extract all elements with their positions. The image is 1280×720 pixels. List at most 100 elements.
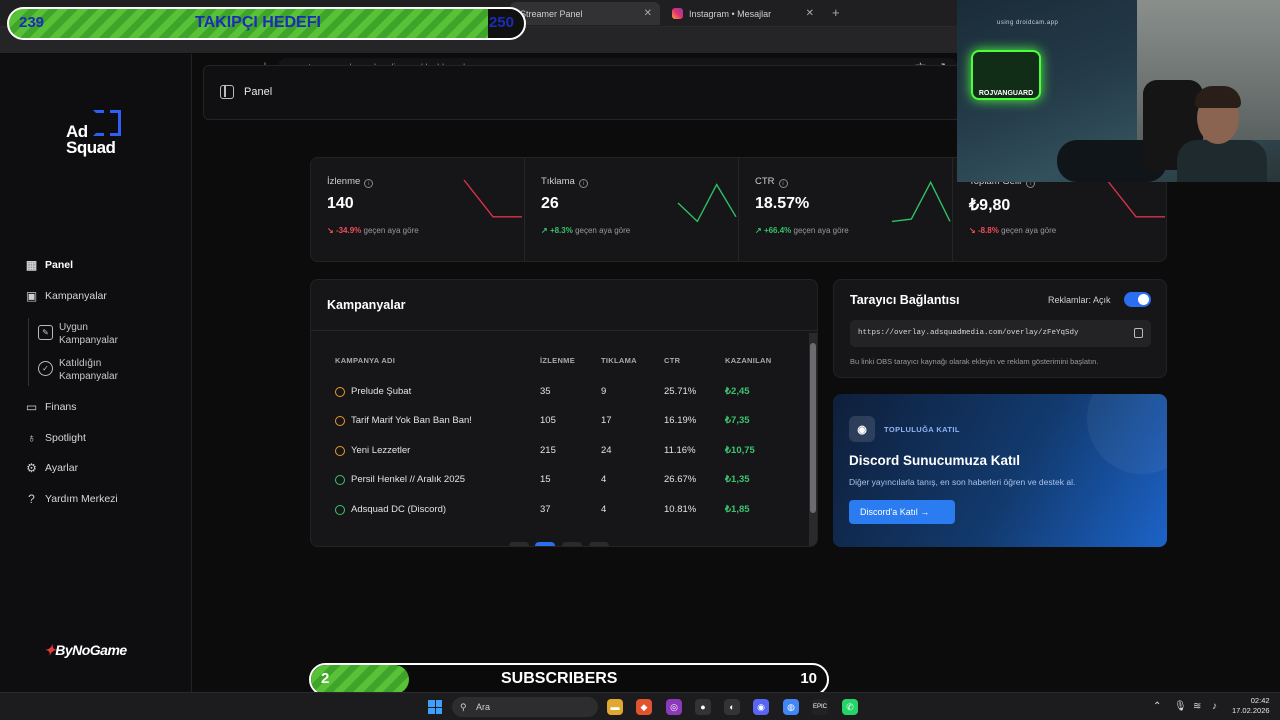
trend-down-icon: ↘ <box>327 226 336 235</box>
campaign-name: Tarif Marif Yok Ban Ban Ban! <box>351 415 472 426</box>
info-icon[interactable]: i <box>578 179 588 188</box>
sidebar-item-ayarlar[interactable]: ⚙ Ayarlar <box>24 460 78 475</box>
app-icon[interactable]: ◐ <box>724 699 740 715</box>
instagram-icon <box>672 8 683 19</box>
close-icon[interactable]: ✕ <box>806 8 814 19</box>
info-icon[interactable]: i <box>778 179 788 188</box>
sparkline-path <box>891 180 951 223</box>
brave-icon[interactable]: ◆ <box>636 699 652 715</box>
sponsor-text: ByNoGame <box>55 642 127 658</box>
table-row[interactable]: Adsquad DC (Discord) 37 4 10.81% ₺1,85 <box>311 501 801 521</box>
stat-value: 18.57% <box>755 195 810 212</box>
submenu-line <box>28 318 29 386</box>
stat-value: ₺9,80 <box>969 197 1011 214</box>
card-tag: TOPLULUĞA KATIL <box>884 425 960 434</box>
cell-clicks: 9 <box>601 386 607 397</box>
pagination-page[interactable] <box>535 542 555 546</box>
flame-icon: ✦ <box>44 642 56 658</box>
help-text: Bu linki OBS tarayıcı kaynağı olarak ekl… <box>850 357 1099 366</box>
tab-streamer-panel[interactable]: Streamer Panel ✕ <box>510 2 660 25</box>
sidebar-item-panel[interactable]: ▦ Panel <box>24 257 73 272</box>
stat-change: ↘ -34.9% geçen aya göre <box>327 226 419 235</box>
stat-label: CTR i <box>755 176 788 188</box>
table-row[interactable]: Tarif Marif Yok Ban Ban Ban! 105 17 16.1… <box>311 412 801 432</box>
taskbar-search[interactable]: ⚲ Ara <box>452 697 598 717</box>
sidebar-item-spotlight[interactable]: ♁ Spotlight <box>24 430 86 445</box>
adsquad-logo[interactable]: Ad Squad <box>66 109 130 160</box>
column-header: CTR <box>664 356 681 365</box>
epic-games-icon[interactable]: EPIC <box>812 699 828 715</box>
join-discord-button[interactable]: Discord'a Katıl → <box>849 500 955 524</box>
wifi-icon[interactable]: ≋ <box>1193 701 1201 712</box>
column-header: KAZANILAN <box>725 356 772 365</box>
briefcase-icon: ▣ <box>25 288 38 303</box>
overlay-url: https://overlay.adsquadmedia.com/overlay… <box>858 329 1079 337</box>
stat-card-tiklama: Tıklama i 26 ↗ +8.3% geçen aya göre <box>525 158 739 261</box>
sidebar-item-label: Kampanyalar <box>45 289 107 302</box>
arrow-right-icon: → <box>920 507 930 517</box>
button-label: Discord'a Katıl <box>860 507 918 517</box>
pagination-prev[interactable] <box>509 542 529 546</box>
card-title: Tarayıcı Bağlantısı <box>850 293 960 307</box>
campaign-name: Persil Henkel // Aralık 2025 <box>351 474 466 485</box>
volume-icon[interactable]: ♪ <box>1212 701 1217 712</box>
new-tab-button[interactable]: + <box>832 5 840 20</box>
time: 02:42 <box>1250 696 1270 705</box>
whatsapp-icon[interactable]: ✆ <box>842 699 858 715</box>
trend-down-icon: ↘ <box>969 226 978 235</box>
sidebar-item-katildigin-kampanyalar[interactable]: ✓ Katıldığın Kampanyalar <box>38 357 118 383</box>
sidebar-item-finans[interactable]: ▭ Finans <box>24 399 77 414</box>
cell-ctr: 16.19% <box>664 415 697 426</box>
sparkline-path <box>463 179 522 218</box>
stat-change: ↘ -8.8% geçen aya göre <box>969 226 1057 235</box>
sidebar-item-label: Spotlight <box>45 431 86 444</box>
scrollbar[interactable] <box>809 333 817 546</box>
sidebar-item-yardim-merkezi[interactable]: ? Yardım Merkezi <box>24 491 118 506</box>
cell-views: 15 <box>540 474 551 485</box>
card-title: Kampanyalar <box>327 298 406 312</box>
tab-instagram[interactable]: Instagram • Mesajlar ✕ <box>662 2 822 25</box>
cell-views: 105 <box>540 415 556 426</box>
table-row[interactable]: Persil Henkel // Aralık 2025 15 4 26.67%… <box>311 471 801 491</box>
cell-clicks: 4 <box>601 474 607 485</box>
sparkline <box>891 180 951 223</box>
microphone-icon[interactable]: 🎙︎ <box>1174 701 1187 712</box>
streamer-hair <box>1195 86 1241 108</box>
edit-icon: ✎ <box>38 325 53 340</box>
table-row[interactable]: Prelude Şubat 35 9 25.71% ₺2,45 <box>311 383 801 403</box>
webcam-overlay: ROJVANGUARD using droidcam.app <box>957 0 1280 182</box>
clock-icon <box>335 446 345 456</box>
column-header: TIKLAMA <box>601 356 637 365</box>
sidebar-item-uygun-kampanyalar[interactable]: ✎ Uygun Kampanyalar <box>38 321 118 347</box>
cell-clicks: 24 <box>601 445 612 456</box>
cell-ctr: 11.16% <box>664 445 696 456</box>
logo-mark-icon <box>92 109 121 137</box>
date: 17.02.2026 <box>1232 706 1270 715</box>
windows-start-icon[interactable] <box>428 700 442 714</box>
scrollbar-thumb[interactable] <box>810 343 816 513</box>
pagination-page[interactable] <box>562 542 582 546</box>
stat-label: İzlenme i <box>327 176 374 188</box>
goal-label: SUBSCRIBERS <box>501 670 618 687</box>
file-explorer-icon[interactable]: ▬ <box>607 699 623 715</box>
obs-icon[interactable]: ● <box>695 699 711 715</box>
sidebar-item-kampanyalar[interactable]: ▣ Kampanyalar <box>24 288 107 303</box>
pagination-next[interactable] <box>589 542 609 546</box>
cell-earned: ₺1,35 <box>725 474 750 485</box>
close-icon[interactable]: ✕ <box>644 8 652 19</box>
sidebar-toggle-icon[interactable] <box>220 85 234 99</box>
copy-icon[interactable] <box>1134 328 1143 338</box>
app-icon[interactable]: ◎ <box>666 699 682 715</box>
overlay-url-field[interactable]: https://overlay.adsquadmedia.com/overlay… <box>850 320 1151 347</box>
bynogame-logo[interactable]: ✦ByNoGame <box>44 642 127 659</box>
table-row[interactable]: Yeni Lezzetler 215 24 11.16% ₺10,75 <box>311 442 801 462</box>
info-icon[interactable]: i <box>364 179 374 188</box>
cell-clicks: 17 <box>601 415 612 426</box>
ads-status-label: Reklamlar: Açık <box>1048 295 1111 305</box>
chrome-icon[interactable]: ◍ <box>783 699 799 715</box>
ads-toggle[interactable] <box>1124 292 1151 307</box>
discord-icon[interactable]: ◉ <box>753 699 769 715</box>
clock[interactable]: 02:42 17.02.2026 <box>1232 696 1270 716</box>
stat-value: 26 <box>541 195 559 212</box>
chevron-up-icon[interactable]: ⌃ <box>1153 701 1161 712</box>
